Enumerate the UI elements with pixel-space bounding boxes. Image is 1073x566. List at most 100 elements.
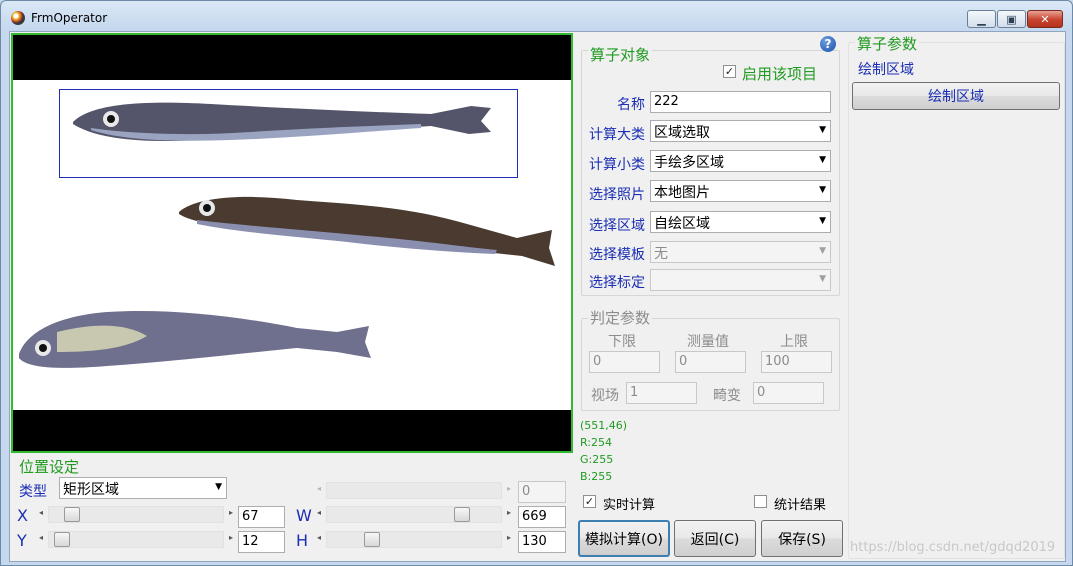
x-label: X (17, 506, 28, 525)
scroll-left-icon: ◂ (39, 508, 44, 517)
calc-category-select[interactable]: 区域选取 ▼ (650, 120, 831, 142)
scroll-track (48, 531, 224, 548)
realtime-checkbox[interactable]: ✓ (583, 495, 596, 508)
window-title: FrmOperator (31, 11, 108, 25)
select-template-select[interactable]: 无 ▼ (650, 241, 831, 263)
w-scrollbar[interactable]: ◂ ▸ (314, 506, 514, 523)
chevron-down-icon: ▼ (819, 216, 826, 226)
calc-category-value: 区域选取 (654, 125, 710, 141)
h-scroll-thumb[interactable] (364, 532, 380, 547)
h-value-field[interactable]: 130 (518, 531, 566, 553)
minimize-button[interactable]: ▁ (967, 10, 996, 28)
calc-subclass-value: 手绘多区域 (654, 155, 724, 171)
operator-object-title: 算子对象 (588, 44, 653, 65)
scroll-track (326, 482, 502, 499)
select-photo-select[interactable]: 本地图片 ▼ (650, 180, 831, 202)
select-photo-value: 本地图片 (654, 185, 710, 201)
app-icon (11, 11, 25, 25)
help-icon[interactable]: ? (820, 36, 836, 52)
h-label: H (296, 531, 309, 550)
enable-label: 启用该项目 (742, 65, 818, 83)
title-bar[interactable]: FrmOperator ▁ ▣ ✕ (1, 1, 1072, 31)
distortion-field[interactable]: 0 (753, 382, 824, 404)
scroll-right-icon: ▸ (506, 533, 511, 542)
watermark: https://blog.csdn.net/gdqd2019 (850, 540, 1056, 555)
client-area: 位置设定 类型 矩形区域 ▼ ◂ ▸ 0 X ◂ ▸ 67 W ◂ ▸ 669 Y ◂… (9, 31, 1066, 562)
calc-subclass-label: 计算小类 (589, 157, 645, 173)
judge-params-title: 判定参数 (588, 307, 653, 328)
h-scrollbar[interactable]: ◂ ▸ (314, 531, 514, 548)
select-calibration-label: 选择标定 (589, 275, 645, 291)
roi-rectangle[interactable] (59, 89, 518, 178)
select-region-select[interactable]: 自绘区域 ▼ (650, 211, 831, 233)
measure-field[interactable]: 0 (675, 351, 746, 373)
stats-checkbox[interactable] (754, 495, 767, 508)
select-photo-label: 选择照片 (589, 187, 645, 203)
upper-field[interactable]: 100 (761, 351, 832, 373)
select-calibration-select[interactable]: ▼ (650, 269, 831, 291)
pixel-coord: (551,46) (580, 419, 628, 432)
scroll-right-icon: ▸ (228, 533, 233, 542)
pixel-g: G:255 (580, 453, 614, 466)
type-select-value: 矩形区域 (63, 482, 119, 498)
type-label: 类型 (19, 484, 47, 500)
x-scroll-thumb[interactable] (64, 507, 80, 522)
scroll-left-icon: ◂ (39, 533, 44, 542)
w-label: W (296, 506, 312, 525)
y-label: Y (17, 531, 27, 550)
image-canvas[interactable] (13, 80, 571, 410)
lower-field[interactable]: 0 (589, 351, 660, 373)
close-button[interactable]: ✕ (1027, 10, 1063, 28)
y-scrollbar[interactable]: ◂ ▸ (36, 531, 236, 548)
x-scrollbar[interactable]: ◂ ▸ (36, 506, 236, 523)
name-label: 名称 (617, 97, 645, 113)
chevron-down-icon: ▼ (819, 246, 826, 256)
scroll-right-icon: ▸ (506, 484, 511, 493)
lower-label: 下限 (608, 334, 636, 350)
operator-params-group (848, 42, 1065, 559)
fish-image-2 (179, 196, 555, 266)
save-button[interactable]: 保存(S) (761, 520, 843, 557)
draw-area-button[interactable]: 绘制区域 (852, 82, 1060, 110)
fish-image-3 (19, 310, 371, 368)
minimize-icon: ▁ (977, 12, 986, 26)
chevron-down-icon: ▼ (819, 155, 826, 165)
maximize-button[interactable]: ▣ (997, 10, 1026, 28)
chevron-down-icon: ▼ (819, 274, 826, 284)
scroll-track (326, 531, 502, 548)
calc-subclass-select[interactable]: 手绘多区域 ▼ (650, 150, 831, 172)
x-value-field[interactable]: 67 (238, 506, 285, 528)
scroll-left-icon: ◂ (317, 484, 322, 493)
distortion-label: 畸变 (713, 388, 741, 404)
fov-field[interactable]: 1 (626, 382, 697, 404)
pixel-b: B:255 (580, 470, 613, 483)
enable-checkbox[interactable]: ✓ (723, 65, 736, 78)
fov-label: 视场 (591, 388, 619, 404)
type-select[interactable]: 矩形区域 ▼ (59, 477, 227, 499)
scroll-left-icon: ◂ (317, 508, 322, 517)
name-field[interactable]: 222 (650, 91, 831, 113)
y-scroll-thumb[interactable] (54, 532, 70, 547)
select-template-value: 无 (654, 246, 668, 262)
w-value-field[interactable]: 669 (518, 506, 566, 528)
w-scroll-thumb[interactable] (454, 507, 470, 522)
upper-label: 上限 (780, 334, 808, 350)
pixel-r: R:254 (580, 436, 613, 449)
scroll-track (326, 506, 502, 523)
chevron-down-icon: ▼ (819, 185, 826, 195)
position-settings-title: 位置设定 (19, 458, 80, 476)
scroll-right-icon: ▸ (228, 508, 233, 517)
back-button[interactable]: 返回(C) (674, 520, 756, 557)
y-value-field[interactable]: 12 (238, 531, 285, 553)
image-preview[interactable] (11, 33, 573, 453)
realtime-label: 实时计算 (603, 498, 656, 513)
chevron-down-icon: ▼ (819, 125, 826, 135)
top-value-field[interactable]: 0 (518, 481, 566, 503)
draw-area-label: 绘制区域 (858, 62, 914, 78)
chevron-down-icon: ▼ (215, 482, 222, 492)
main-window: FrmOperator ▁ ▣ ✕ 位置设定 类型 矩形区域 ▼ ◂ ▸ 0 X… (0, 0, 1073, 566)
maximize-icon: ▣ (1006, 12, 1017, 26)
top-scrollbar[interactable]: ◂ ▸ (314, 482, 514, 499)
stats-label: 统计结果 (774, 498, 827, 513)
simulate-button[interactable]: 模拟计算(O) (578, 520, 670, 557)
